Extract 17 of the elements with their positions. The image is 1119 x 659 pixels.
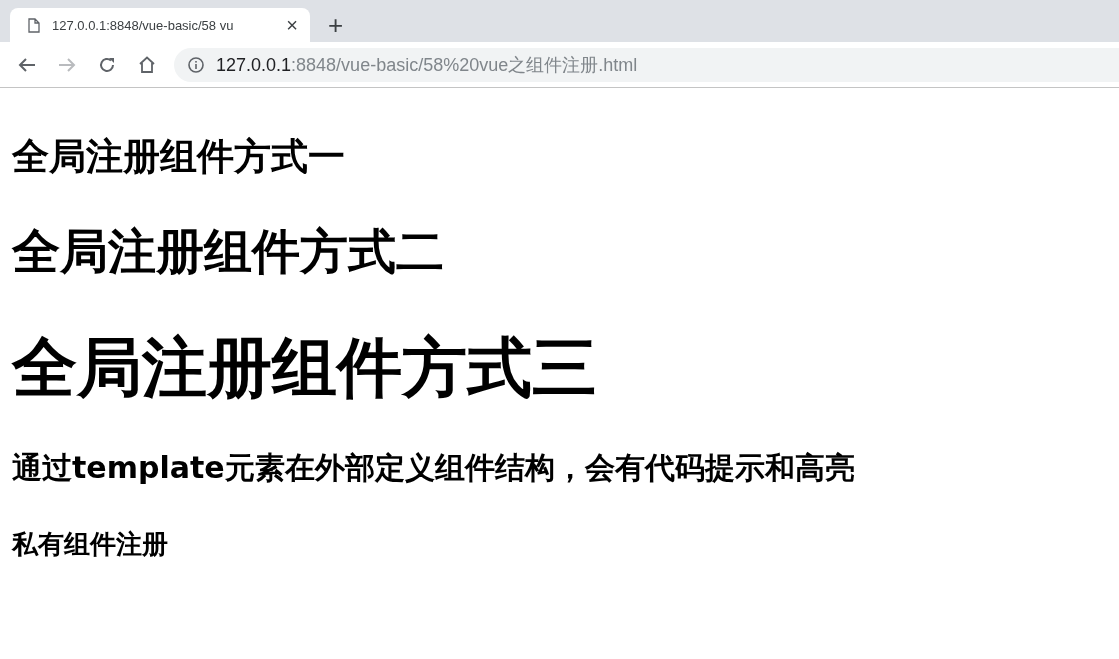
tab-title: 127.0.0.1:8848/vue-basic/58 vu	[52, 17, 235, 33]
heading: 全局注册组件方式一	[12, 134, 346, 180]
browser-tab[interactable]: 127.0.0.1:8848/vue-basic/58 vu ×	[10, 8, 310, 42]
home-icon[interactable]	[138, 56, 156, 73]
heading: 全局注册组件方式三	[12, 329, 598, 407]
address-bar[interactable]: 127.0.0.1:8848/vue-basic/58%20vue之组件注册.html	[174, 47, 1119, 82]
url-path: :8848/vue-basic/58%20vue之组件注册.html	[291, 54, 638, 75]
new-tab-button[interactable]: +	[328, 12, 344, 38]
heading: 私有组件注册	[12, 528, 169, 561]
url-host: 127.0.0.1	[216, 54, 292, 75]
close-tab-button[interactable]: ×	[286, 15, 298, 35]
reload-icon[interactable]	[98, 55, 116, 74]
heading: 通过template元素在外部定义组件结构，会有代码提示和高亮	[12, 449, 856, 487]
heading: 全局注册组件方式二	[12, 222, 445, 281]
info-icon	[188, 56, 204, 73]
back-icon[interactable]	[18, 56, 36, 73]
document-icon	[28, 17, 40, 33]
